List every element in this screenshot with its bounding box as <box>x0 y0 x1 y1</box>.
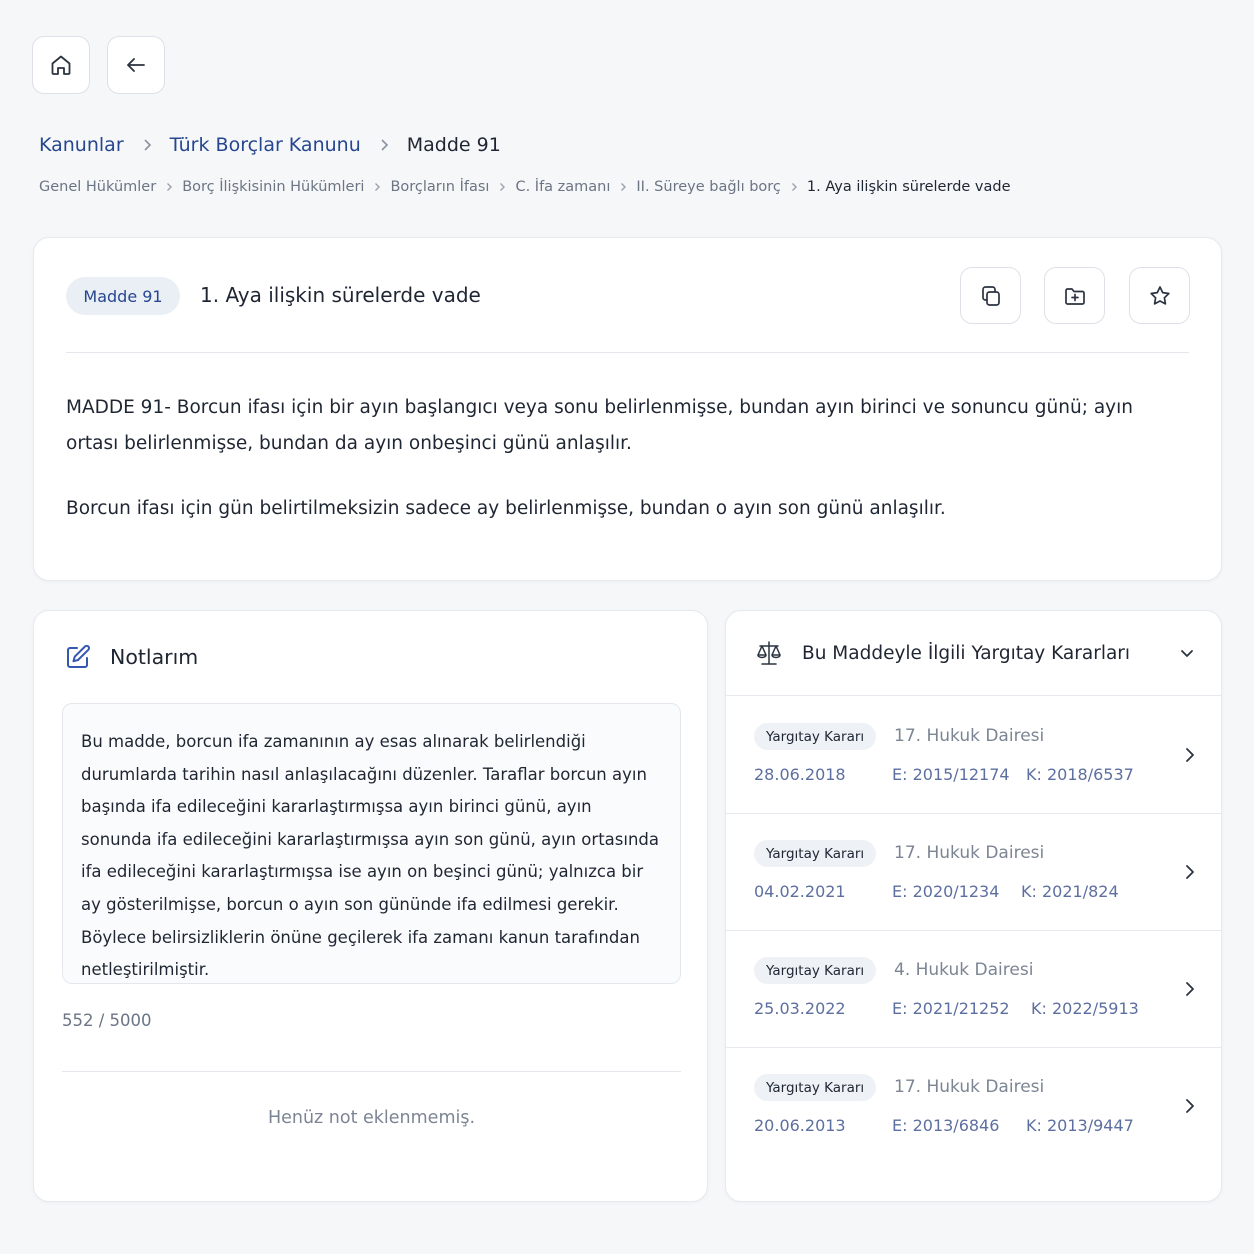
sub-breadcrumb-current: 1. Aya ilişkin sürelerde vade <box>806 179 1011 195</box>
note-char-count: 552 / 5000 <box>62 1011 152 1030</box>
ruling-badge: Yargıtay Kararı <box>754 723 877 750</box>
ruling-badge: Yargıtay Kararı <box>754 957 877 984</box>
ruling-court: 17. Hukuk Dairesi <box>894 726 1045 746</box>
breadcrumb-item-current: Madde 91 <box>406 134 501 156</box>
chevron-right-icon <box>1186 865 1194 879</box>
article-card: Madde 91 1. Aya ilişkin sürelerde vade M… <box>33 237 1222 581</box>
breadcrumb-item-law[interactable]: Türk Borçlar Kanunu <box>170 134 361 156</box>
favorite-button[interactable] <box>1129 267 1190 324</box>
article-body: MADDE 91- Borcun ifası için bir ayın baş… <box>66 390 1176 527</box>
breadcrumb-item-kanunlar[interactable]: Kanunlar <box>39 134 124 156</box>
sub-breadcrumb-item[interactable]: Borçların İfası <box>390 179 489 195</box>
copy-button[interactable] <box>960 267 1021 324</box>
add-to-folder-button[interactable] <box>1044 267 1105 324</box>
scale-icon <box>757 641 781 665</box>
article-title: 1. Aya ilişkin sürelerde vade <box>200 283 481 307</box>
ruling-k-number: K: 2013/9447 <box>1026 1116 1134 1135</box>
ruling-e-number: E: 2013/6846 <box>892 1116 1000 1135</box>
notes-empty-state: Henüz not eklenmemiş. <box>267 1108 476 1128</box>
ruling-date: 28.06.2018 <box>754 765 846 784</box>
notes-title: Notlarım <box>110 645 199 669</box>
article-paragraph: MADDE 91- Borcun ifası için bir ayın baş… <box>66 397 1133 454</box>
chevron-right-icon <box>1186 1099 1194 1113</box>
ruling-item[interactable]: Yargıtay Kararı 17. Hukuk Dairesi 28.06.… <box>726 697 1221 814</box>
home-button[interactable] <box>32 36 90 94</box>
notes-card: Notlarım Bu madde, borcun ifa zamanının … <box>33 610 708 1202</box>
arrow-left-icon <box>127 58 145 72</box>
article-badge: Madde 91 <box>66 277 180 315</box>
ruling-court: 4. Hukuk Dairesi <box>894 960 1034 980</box>
sub-breadcrumb-item[interactable]: Genel Hükümler <box>39 179 156 195</box>
ruling-date: 25.03.2022 <box>754 999 846 1018</box>
chevron-right-icon <box>789 182 799 192</box>
rulings-title: Bu Maddeyle İlgili Yargıtay Kararları <box>802 642 1131 664</box>
chevron-right-icon <box>164 182 174 192</box>
ruling-e-number: E: 2015/12174 <box>892 765 1010 784</box>
sub-breadcrumb: Genel Hükümler Borç İlişkisinin Hükümler… <box>39 179 1011 195</box>
ruling-date: 04.02.2021 <box>754 882 846 901</box>
article-divider <box>66 352 1189 353</box>
ruling-e-number: E: 2020/1234 <box>892 882 1000 901</box>
notes-header: Notlarım <box>64 643 198 671</box>
chevron-right-icon <box>372 182 382 192</box>
notes-divider <box>62 1071 681 1072</box>
chevron-right-icon <box>140 138 154 152</box>
chevron-right-icon <box>618 182 628 192</box>
ruling-k-number: K: 2022/5913 <box>1031 999 1139 1018</box>
chevron-right-icon <box>497 182 507 192</box>
chevron-right-icon <box>1186 748 1194 762</box>
rulings-header[interactable]: Bu Maddeyle İlgili Yargıtay Kararları <box>726 611 1221 696</box>
chevron-right-icon <box>377 138 391 152</box>
ruling-court: 17. Hukuk Dairesi <box>894 843 1045 863</box>
ruling-badge: Yargıtay Kararı <box>754 1074 877 1101</box>
chevron-right-icon <box>1186 982 1194 996</box>
back-button[interactable] <box>107 36 165 94</box>
ruling-court: 17. Hukuk Dairesi <box>894 1077 1045 1097</box>
ruling-k-number: K: 2021/824 <box>1021 882 1119 901</box>
sub-breadcrumb-item[interactable]: II. Süreye bağlı borç <box>636 179 781 195</box>
sub-breadcrumb-item[interactable]: C. İfa zamanı <box>515 179 610 195</box>
ruling-item[interactable]: Yargıtay Kararı 4. Hukuk Dairesi 25.03.2… <box>726 931 1221 1048</box>
copy-icon <box>981 285 1000 306</box>
folder-plus-icon <box>1064 287 1085 305</box>
sub-breadcrumb-item[interactable]: Borç İlişkisinin Hükümleri <box>182 179 364 195</box>
ruling-date: 20.06.2013 <box>754 1116 846 1135</box>
rulings-card: Bu Maddeyle İlgili Yargıtay Kararları Ya… <box>725 610 1222 1202</box>
ruling-badge: Yargıtay Kararı <box>754 840 877 867</box>
note-textarea[interactable]: Bu madde, borcun ifa zamanının ay esas a… <box>62 703 681 984</box>
ruling-e-number: E: 2021/21252 <box>892 999 1010 1018</box>
edit-icon <box>67 644 90 668</box>
breadcrumb: Kanunlar Türk Borçlar Kanunu Madde 91 <box>39 134 501 156</box>
home-icon <box>51 55 71 75</box>
ruling-item[interactable]: Yargıtay Kararı 17. Hukuk Dairesi 04.02.… <box>726 814 1221 931</box>
ruling-item[interactable]: Yargıtay Kararı 17. Hukuk Dairesi 20.06.… <box>726 1048 1221 1165</box>
article-paragraph: Borcun ifası için gün belirtilmeksizin s… <box>66 498 946 519</box>
ruling-k-number: K: 2018/6537 <box>1026 765 1134 784</box>
star-icon <box>1149 285 1170 305</box>
chevron-down-icon[interactable] <box>1177 643 1197 663</box>
